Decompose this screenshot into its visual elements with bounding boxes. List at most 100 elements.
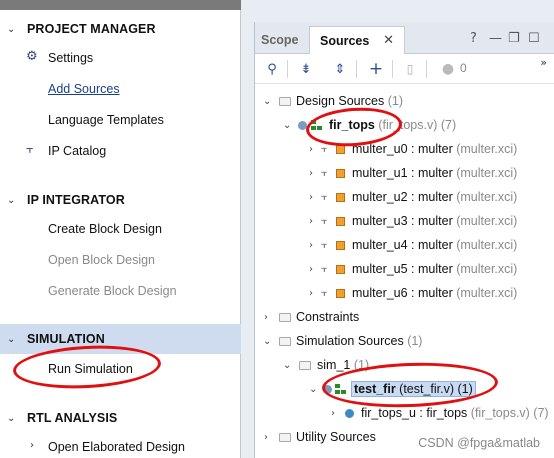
chevron-right-icon: ›	[309, 263, 313, 275]
panel-top-strip	[254, 0, 554, 22]
search-icon[interactable]: ⚲	[263, 60, 281, 78]
tree-row-multer-u0[interactable]: › ⫟ multer_u0 : multer (multer.xci)	[255, 137, 554, 161]
tree-row-fir-tops[interactable]: ⌄ fir_tops (fir_tops.v) (7)	[255, 113, 554, 137]
ip-plug-icon: ⫟	[26, 142, 34, 157]
chevron-down-icon: ⌄	[7, 412, 16, 424]
ip-core-icon	[336, 168, 345, 178]
chevron-down-icon: ⌄	[283, 359, 292, 371]
ip-plug-icon: ⫟	[321, 142, 328, 155]
expand-all-icon[interactable]: ⇕	[331, 60, 349, 78]
chevron-down-icon: ⌄	[7, 23, 16, 35]
maximize-icon[interactable]: ☐	[528, 31, 540, 46]
tree-label: fir_tops (fir_tops.v) (7)	[329, 118, 457, 132]
ip-core-icon	[336, 288, 345, 298]
nav-item-open-block-design: Open Block Design	[48, 253, 156, 267]
nav-item-run-simulation[interactable]: Run Simulation	[48, 362, 133, 376]
restore-icon[interactable]: ❐	[508, 31, 520, 46]
tree-row-multer-u3[interactable]: › ⫟ multer_u3 : multer (multer.xci)	[255, 209, 554, 233]
folder-icon	[279, 96, 291, 106]
tree-label: multer_u0 : multer (multer.xci)	[352, 142, 518, 156]
splitter[interactable]	[241, 0, 254, 458]
tab-label: Sources	[320, 33, 370, 48]
tree-row-sim-1[interactable]: ⌄ sim_1 (1)	[255, 353, 554, 377]
navigator-top-bar	[0, 0, 241, 10]
chevron-right-icon: ›	[30, 440, 34, 451]
chevron-down-icon: ⌄	[263, 335, 272, 347]
tree-label: Design Sources (1)	[296, 94, 404, 108]
tree-row-multer-u4[interactable]: › ⫟ multer_u4 : multer (multer.xci)	[255, 233, 554, 257]
hierarchy-icon	[311, 119, 325, 131]
nav-item-create-block-design[interactable]: Create Block Design	[48, 222, 162, 236]
tree-row-multer-u2[interactable]: › ⫟ multer_u2 : multer (multer.xci)	[255, 185, 554, 209]
nav-item-open-elaborated-design[interactable]: › Open Elaborated Design	[30, 440, 185, 454]
add-sources-icon[interactable]: +	[367, 59, 385, 79]
chevron-down-icon: ⌄	[309, 383, 318, 395]
gear-icon: ⚙	[26, 49, 38, 64]
divider	[356, 60, 357, 78]
tree-row-fir-tops-u[interactable]: › fir_tops_u : fir_tops (fir_tops.v) (7)	[255, 401, 554, 425]
tree-label: fir_tops_u : fir_tops (fir_tops.v) (7)	[361, 406, 549, 420]
tree-row-multer-u6[interactable]: › ⫟ multer_u6 : multer (multer.xci)	[255, 281, 554, 305]
tree-label: Simulation Sources (1)	[296, 334, 423, 348]
nav-item-add-sources[interactable]: Add Sources	[48, 82, 120, 96]
ip-plug-icon: ⫟	[321, 166, 328, 179]
tree-label: multer_u1 : multer (multer.xci)	[352, 166, 518, 180]
tab-scope[interactable]: Scope	[261, 26, 299, 54]
section-title: IP INTEGRATOR	[27, 193, 125, 207]
tree-label: multer_u2 : multer (multer.xci)	[352, 190, 518, 204]
nav-item-settings[interactable]: Settings	[48, 51, 93, 65]
collapse-all-icon[interactable]: ⇟	[297, 60, 315, 78]
tree-label: sim_1 (1)	[317, 358, 370, 372]
ip-plug-icon: ⫟	[321, 214, 328, 227]
chevron-down-icon: ⌄	[7, 333, 16, 345]
module-dot-icon	[323, 384, 332, 394]
close-icon[interactable]: ✕	[383, 33, 394, 48]
chevron-right-icon: ›	[264, 431, 268, 443]
tree-label: Constraints	[296, 310, 360, 324]
nav-item-language-templates[interactable]: Language Templates	[48, 113, 164, 127]
tab-bar: Scope Sources ✕ ? — ❐ ☐	[255, 22, 554, 54]
chevron-right-icon: ›	[309, 143, 313, 155]
properties-icon[interactable]: ▯	[401, 60, 419, 78]
chevron-down-icon: ⌄	[7, 194, 16, 206]
sources-toolbar: ⚲ ⇟ ⇕ + ▯ ● 0 »	[255, 54, 554, 84]
folder-icon	[279, 432, 291, 442]
chevron-down-icon: ⌄	[263, 95, 272, 107]
tree-label: test_fir (test_fir.v) (1)	[351, 381, 476, 397]
ip-plug-icon: ⫟	[321, 286, 328, 299]
divider	[287, 60, 288, 78]
tree-row-simulation-sources[interactable]: ⌄ Simulation Sources (1)	[255, 329, 554, 353]
flow-navigator: ⌄ PROJECT MANAGER ⚙ Settings Add Sources…	[0, 0, 241, 458]
tree-row-multer-u5[interactable]: › ⫟ multer_u5 : multer (multer.xci)	[255, 257, 554, 281]
module-dot-icon	[345, 408, 354, 418]
tree-row-test-fir[interactable]: ⌄ test_fir (test_fir.v) (1)	[255, 377, 554, 401]
ip-core-icon	[336, 144, 345, 154]
sources-panel: Scope Sources ✕ ? — ❐ ☐ ⚲ ⇟ ⇕ + ▯ ● 0 » …	[254, 22, 554, 458]
tree-row-multer-u1[interactable]: › ⫟ multer_u1 : multer (multer.xci)	[255, 161, 554, 185]
tree-label: multer_u4 : multer (multer.xci)	[352, 238, 518, 252]
minimize-icon[interactable]: —	[489, 31, 502, 46]
chevron-right-icon: ›	[309, 167, 313, 179]
help-icon[interactable]: ?	[470, 31, 477, 46]
section-project-manager[interactable]: ⌄ PROJECT MANAGER	[0, 18, 241, 40]
ip-plug-icon: ⫟	[321, 262, 328, 275]
section-ip-integrator[interactable]: ⌄ IP INTEGRATOR	[0, 189, 241, 211]
tab-label: Scope	[261, 33, 299, 47]
ip-plug-icon: ⫟	[321, 190, 328, 203]
tree-row-design-sources[interactable]: ⌄ Design Sources (1)	[255, 89, 554, 113]
section-title: RTL ANALYSIS	[27, 411, 118, 425]
more-icon[interactable]: »	[540, 56, 547, 69]
nav-item-ip-catalog[interactable]: IP Catalog	[48, 144, 106, 158]
chevron-right-icon: ›	[331, 407, 335, 419]
tab-sources[interactable]: Sources ✕	[309, 26, 405, 54]
module-dot-icon	[298, 120, 307, 130]
section-rtl-analysis[interactable]: ⌄ RTL ANALYSIS	[0, 407, 241, 429]
ip-core-icon	[336, 264, 345, 274]
hierarchy-icon	[335, 383, 349, 395]
tree-row-constraints[interactable]: › Constraints	[255, 305, 554, 329]
watermark: CSDN @fpga&matlab	[418, 436, 540, 450]
ip-core-icon	[336, 240, 345, 250]
section-simulation[interactable]: ⌄ SIMULATION	[0, 324, 241, 354]
tree-label: multer_u3 : multer (multer.xci)	[352, 214, 518, 228]
tree-label: Utility Sources	[296, 430, 376, 444]
